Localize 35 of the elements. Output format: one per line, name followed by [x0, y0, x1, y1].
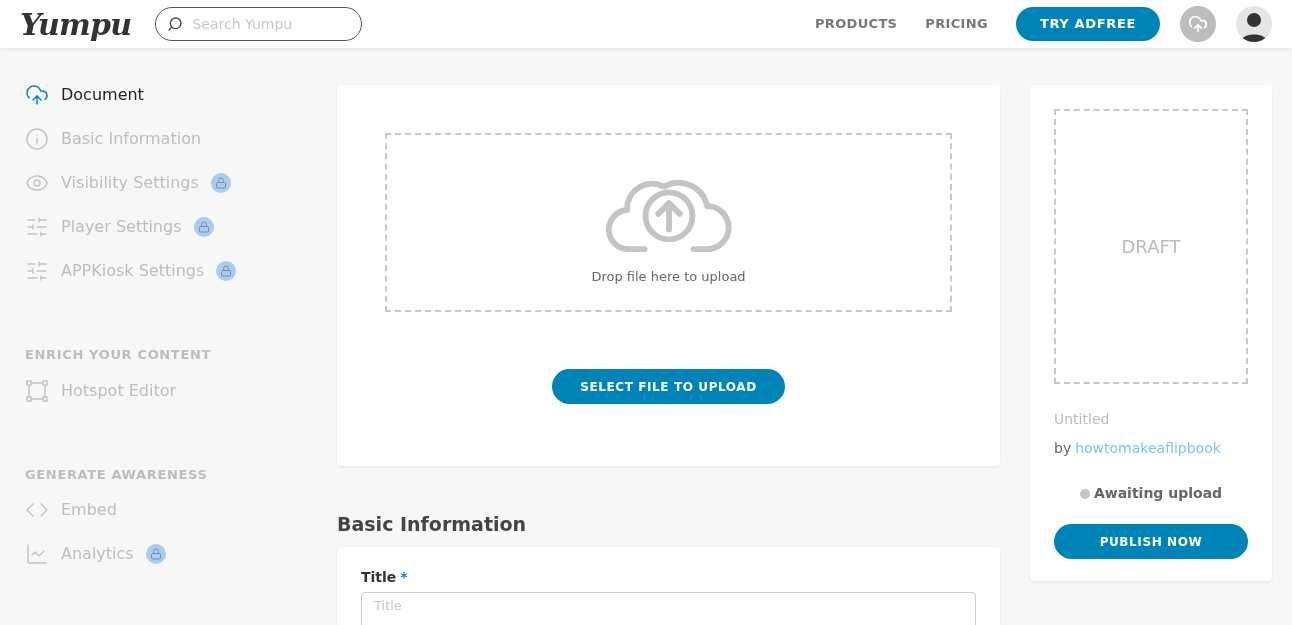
section-title: Basic Information — [337, 512, 528, 537]
section-heading: ENRICH YOUR CONTENT — [25, 346, 212, 364]
section-heading: GENERATE AWARENESS — [25, 465, 209, 484]
select-file-button[interactable]: SELECT FILE TO UPLOAD — [552, 369, 785, 404]
logo[interactable]: Yumpu — [20, 1, 132, 47]
sliders-icon — [25, 215, 49, 239]
sliders-icon — [25, 259, 49, 283]
author-link[interactable]: howtomakeaflipbook — [1075, 438, 1221, 459]
cloud-upload-icon — [25, 83, 49, 107]
field-label: Title — [361, 567, 397, 587]
nav-link[interactable]: PRICING — [925, 14, 988, 34]
status-text: Awaiting upload — [1093, 484, 1223, 503]
chart-icon — [25, 542, 49, 566]
drop-zone[interactable]: Drop file here to upload — [385, 133, 952, 312]
draft-label: DRAFT — [1121, 235, 1181, 259]
sidebar-link[interactable]: Player Settings — [61, 215, 182, 239]
sidebar-link[interactable]: Analytics — [61, 542, 134, 566]
search-icon — [167, 16, 184, 32]
publish-button[interactable]: PUBLISH NOW — [1054, 524, 1248, 559]
avatar[interactable] — [1236, 6, 1272, 42]
try-adfree-button[interactable]: TRY ADFREE — [1015, 7, 1160, 41]
sidebar-link[interactable]: Basic Information — [61, 127, 202, 151]
info-icon — [25, 127, 49, 151]
cover-drop-zone[interactable]: DRAFT — [1054, 109, 1248, 384]
by-label: by — [1054, 439, 1072, 458]
document-title: Untitled — [1054, 410, 1111, 429]
required-mark: * — [400, 567, 408, 587]
sidebar-link[interactable]: Hotspot Editor — [61, 378, 177, 403]
drop-hint: Drop file here to upload — [591, 267, 746, 286]
sidebar-link[interactable]: Embed — [61, 498, 117, 522]
sidebar-link[interactable]: Document — [61, 83, 144, 107]
nav-link[interactable]: PRODUCTS — [815, 14, 898, 34]
frame-icon — [25, 378, 49, 403]
sidebar-link[interactable]: Visibility Settings — [61, 171, 199, 195]
sidebar-link[interactable]: APPKiosk Settings — [61, 259, 205, 283]
